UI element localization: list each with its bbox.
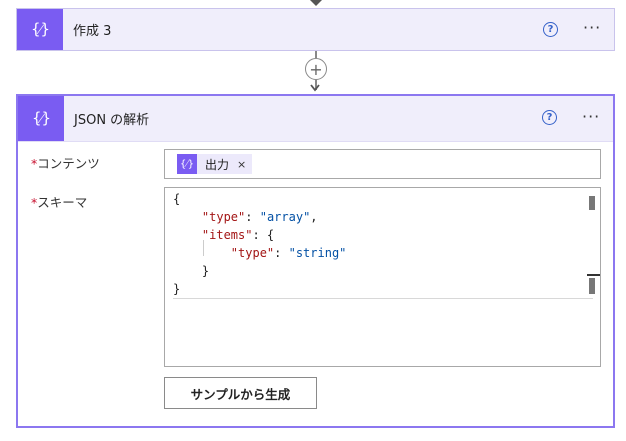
code-line: } bbox=[173, 282, 181, 296]
dynamic-content-token[interactable]: {⁄} 出力 × bbox=[177, 154, 253, 174]
add-step-button[interactable]: + bbox=[305, 58, 327, 80]
editor-scrollbar-thumb[interactable] bbox=[589, 278, 595, 294]
parse-json-card-header[interactable]: {⁄} JSON の解析 ? ··· bbox=[18, 96, 613, 142]
parse-json-action-card: {⁄} JSON の解析 ? ··· *コンテンツ {⁄} 出力 × *スキーマ… bbox=[16, 94, 615, 428]
schema-label-text: スキーマ bbox=[37, 195, 88, 210]
code-line: "items": { bbox=[201, 228, 275, 242]
schema-code-editor[interactable]: { "type": "array", "items": { "type": "s… bbox=[173, 192, 600, 299]
code-line: "type": "array", bbox=[201, 210, 318, 224]
code-line: } bbox=[201, 264, 210, 278]
content-field-label: *コンテンツ bbox=[31, 153, 100, 172]
arrow-down-icon bbox=[310, 84, 320, 92]
help-icon[interactable]: ? bbox=[543, 22, 558, 37]
generate-from-sample-button[interactable]: サンプルから生成 bbox=[164, 377, 317, 409]
schema-input[interactable]: { "type": "array", "items": { "type": "s… bbox=[164, 187, 601, 367]
incoming-arrow-icon bbox=[310, 0, 322, 6]
help-icon[interactable]: ? bbox=[542, 110, 557, 125]
parse-json-card-title: JSON の解析 bbox=[74, 113, 150, 128]
schema-field-label: *スキーマ bbox=[31, 192, 87, 211]
token-label: 出力 bbox=[205, 157, 230, 172]
code-line: "type": "string" bbox=[230, 246, 347, 260]
editor-ruler-mark bbox=[587, 274, 600, 276]
more-options-icon[interactable]: ··· bbox=[583, 18, 601, 37]
content-label-text: コンテンツ bbox=[37, 156, 100, 171]
connector-line bbox=[315, 51, 317, 58]
compose-card-title: 作成 3 bbox=[73, 24, 112, 39]
expression-braces-icon: {⁄} bbox=[177, 154, 197, 174]
compose-action-card[interactable]: {⁄} 作成 3 ? ··· bbox=[16, 8, 615, 51]
parse-json-action-icon: {⁄} bbox=[18, 96, 64, 141]
compose-action-icon: {⁄} bbox=[17, 9, 63, 50]
content-input[interactable]: {⁄} 出力 × bbox=[164, 149, 601, 179]
editor-scrollbar-thumb[interactable] bbox=[589, 196, 595, 210]
remove-token-icon[interactable]: × bbox=[237, 158, 246, 171]
code-line: { bbox=[173, 192, 181, 206]
more-options-icon[interactable]: ··· bbox=[582, 107, 600, 126]
